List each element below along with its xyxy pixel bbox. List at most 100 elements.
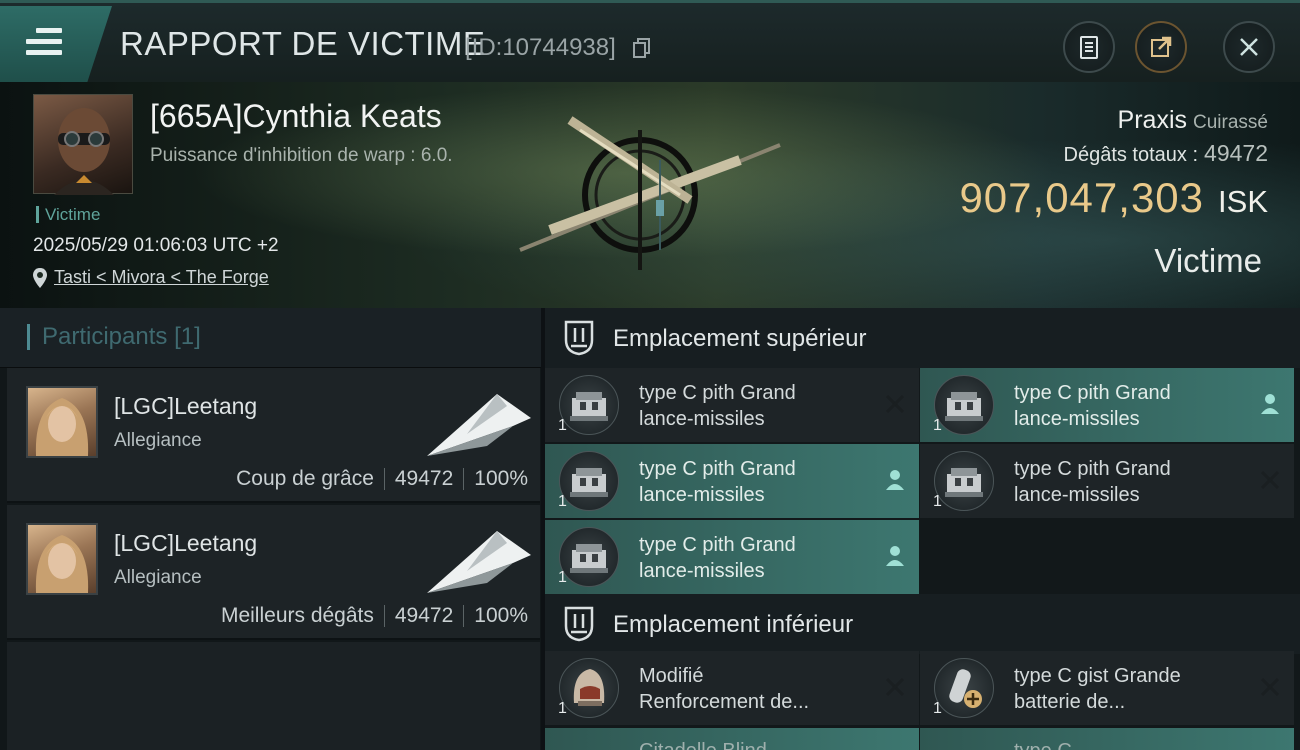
module-slot[interactable]: 1 type C pith Grand lance-missiles xyxy=(920,444,1294,518)
menu-icon xyxy=(26,28,62,58)
module-slot[interactable]: 1 type C pith Grand lance-missiles xyxy=(545,368,919,442)
module-slot[interactable]: type C... xyxy=(920,728,1294,750)
participant-ship-icon[interactable] xyxy=(427,388,531,458)
module-name: type C... xyxy=(1014,738,1244,750)
destroyed-icon xyxy=(885,394,905,414)
participants-header: Participants [1] xyxy=(0,308,541,368)
participants-label: Participants [1] xyxy=(27,324,201,350)
participant-percent: 100% xyxy=(474,467,528,490)
kill-id: [ID:10744938] xyxy=(465,34,616,61)
missile-launcher-icon xyxy=(934,375,994,435)
participant-corp[interactable]: Allegiance xyxy=(114,567,202,589)
menu-button[interactable] xyxy=(0,6,112,82)
destroyed-icon xyxy=(1260,677,1280,697)
module-name: type C gist Grande batterie de... xyxy=(1014,665,1181,713)
participant-name[interactable]: [LGC]Leetang xyxy=(114,393,257,420)
victim-portrait[interactable] xyxy=(33,94,133,195)
module-name: Citadelle Blind... xyxy=(639,738,869,750)
participant-row[interactable]: [LGC]Leetang Allegiance Coup de grâce 494… xyxy=(7,368,540,503)
high-slot-label: Emplacement supérieur xyxy=(613,325,867,352)
missile-launcher-icon xyxy=(559,451,619,511)
participant-ship-icon[interactable] xyxy=(427,525,531,595)
copy-icon[interactable] xyxy=(633,38,651,58)
participant-corp[interactable]: Allegiance xyxy=(114,430,202,452)
participant-avatar[interactable] xyxy=(26,386,98,458)
participant-damage: 49472 xyxy=(394,467,454,490)
ship-image xyxy=(519,116,781,270)
dropped-icon xyxy=(886,470,904,490)
kill-status: Victime xyxy=(1154,242,1262,279)
module-quantity: 1 xyxy=(933,493,942,510)
location-pin-icon xyxy=(33,267,47,288)
module-slot[interactable]: 1 type C pith Grand lance-missiles xyxy=(545,444,919,518)
ship-name: Praxis xyxy=(1117,106,1188,134)
participant-role: Meilleurs dégâts xyxy=(220,604,374,627)
module-quantity: 1 xyxy=(933,700,942,717)
participant-avatar[interactable] xyxy=(26,523,98,595)
isk-value: 907,047,303 ISK xyxy=(959,174,1268,222)
missile-launcher-icon xyxy=(559,527,619,587)
victim-banner: [665A]Cynthia Keats Puissance d'inhibiti… xyxy=(0,82,1300,308)
participant-stats: Meilleurs dégâts 49472 100% xyxy=(221,604,528,628)
warp-strength: Puissance d'inhibition de warp : 6.0. xyxy=(150,145,453,166)
title-bar: RAPPORT DE VICTIME [ID:10744938] xyxy=(0,0,1300,82)
module-quantity: 1 xyxy=(558,493,567,510)
module-name: type C pith Grand lance-missiles xyxy=(639,382,796,430)
module-name: type C pith Grand lance-missiles xyxy=(1014,458,1171,506)
share-icon xyxy=(1151,36,1172,57)
module-slot[interactable]: Citadelle Blind... xyxy=(545,728,919,750)
share-button[interactable] xyxy=(1135,21,1187,73)
participant-role: Coup de grâce xyxy=(236,467,374,490)
module-quantity: 1 xyxy=(558,417,567,434)
low-slot-header: Emplacement inférieur xyxy=(545,594,1300,654)
destroyed-icon xyxy=(885,677,905,697)
clipboard-button[interactable] xyxy=(1063,21,1115,73)
isk-unit: ISK xyxy=(1218,184,1268,219)
module-slot[interactable]: 1 type C pith Grand lance-missiles xyxy=(545,520,919,594)
clipboard-icon xyxy=(1080,36,1098,59)
low-slot-icon xyxy=(564,606,594,642)
missile-launcher-icon xyxy=(559,375,619,435)
capacitor-battery-icon xyxy=(934,658,994,718)
module-quantity: 1 xyxy=(558,700,567,717)
module-slot[interactable]: 1 Modifié Renforcement de... xyxy=(545,651,919,725)
armor-helmet-icon xyxy=(559,658,619,718)
module-name: type C pith Grand lance-missiles xyxy=(639,534,796,582)
kill-time: 2025/05/29 01:06:03 UTC +2 xyxy=(33,235,279,256)
participants-count: [1] xyxy=(174,323,201,350)
module-quantity: 1 xyxy=(558,569,567,586)
module-slot[interactable]: 1 type C gist Grande batterie de... xyxy=(920,651,1294,725)
ship-info[interactable]: Praxis Cuirassé xyxy=(1118,106,1268,135)
dropped-icon xyxy=(886,546,904,566)
close-icon xyxy=(1240,38,1258,56)
kill-location[interactable]: Tasti < Mivora < The Forge xyxy=(33,267,269,288)
module-slot[interactable]: 1 type C pith Grand lance-missiles xyxy=(920,368,1294,442)
participants-empty-area xyxy=(7,642,540,750)
dropped-icon xyxy=(1261,394,1279,414)
fitting-panel: Emplacement supérieur 1 type C pith Grand… xyxy=(545,308,1300,750)
total-damage-value: 49472 xyxy=(1204,140,1268,166)
total-damage-label: Dégâts totaux : xyxy=(1063,144,1199,166)
page-title: RAPPORT DE VICTIME xyxy=(120,25,486,62)
isk-amount: 907,047,303 xyxy=(959,174,1205,221)
participant-stats: Coup de grâce 49472 100% xyxy=(236,467,528,491)
participants-panel: Participants [1] [LGC]Leetang Allegiance… xyxy=(0,308,541,750)
total-damage: Dégâts totaux :49472 xyxy=(1064,140,1269,167)
low-slot-label: Emplacement inférieur xyxy=(613,611,854,638)
destroyed-icon xyxy=(1260,470,1280,490)
module-name: type C pith Grand lance-missiles xyxy=(639,458,796,506)
close-button[interactable] xyxy=(1223,21,1275,73)
participant-row[interactable]: [LGC]Leetang Allegiance Meilleurs dégâts… xyxy=(7,505,540,640)
participant-damage: 49472 xyxy=(394,604,454,627)
module-quantity: 1 xyxy=(933,417,942,434)
ship-class: Cuirassé xyxy=(1193,112,1268,133)
victim-tag: Victime xyxy=(36,206,100,223)
victim-name[interactable]: [665A]Cynthia Keats xyxy=(150,98,442,135)
high-slot-icon xyxy=(564,320,594,356)
location-link[interactable]: Tasti < Mivora < The Forge xyxy=(54,267,269,288)
high-slot-header: Emplacement supérieur xyxy=(545,308,1300,368)
module-name: type C pith Grand lance-missiles xyxy=(1014,382,1171,430)
participant-percent: 100% xyxy=(474,604,528,627)
missile-launcher-icon xyxy=(934,451,994,511)
participant-name[interactable]: [LGC]Leetang xyxy=(114,530,257,557)
